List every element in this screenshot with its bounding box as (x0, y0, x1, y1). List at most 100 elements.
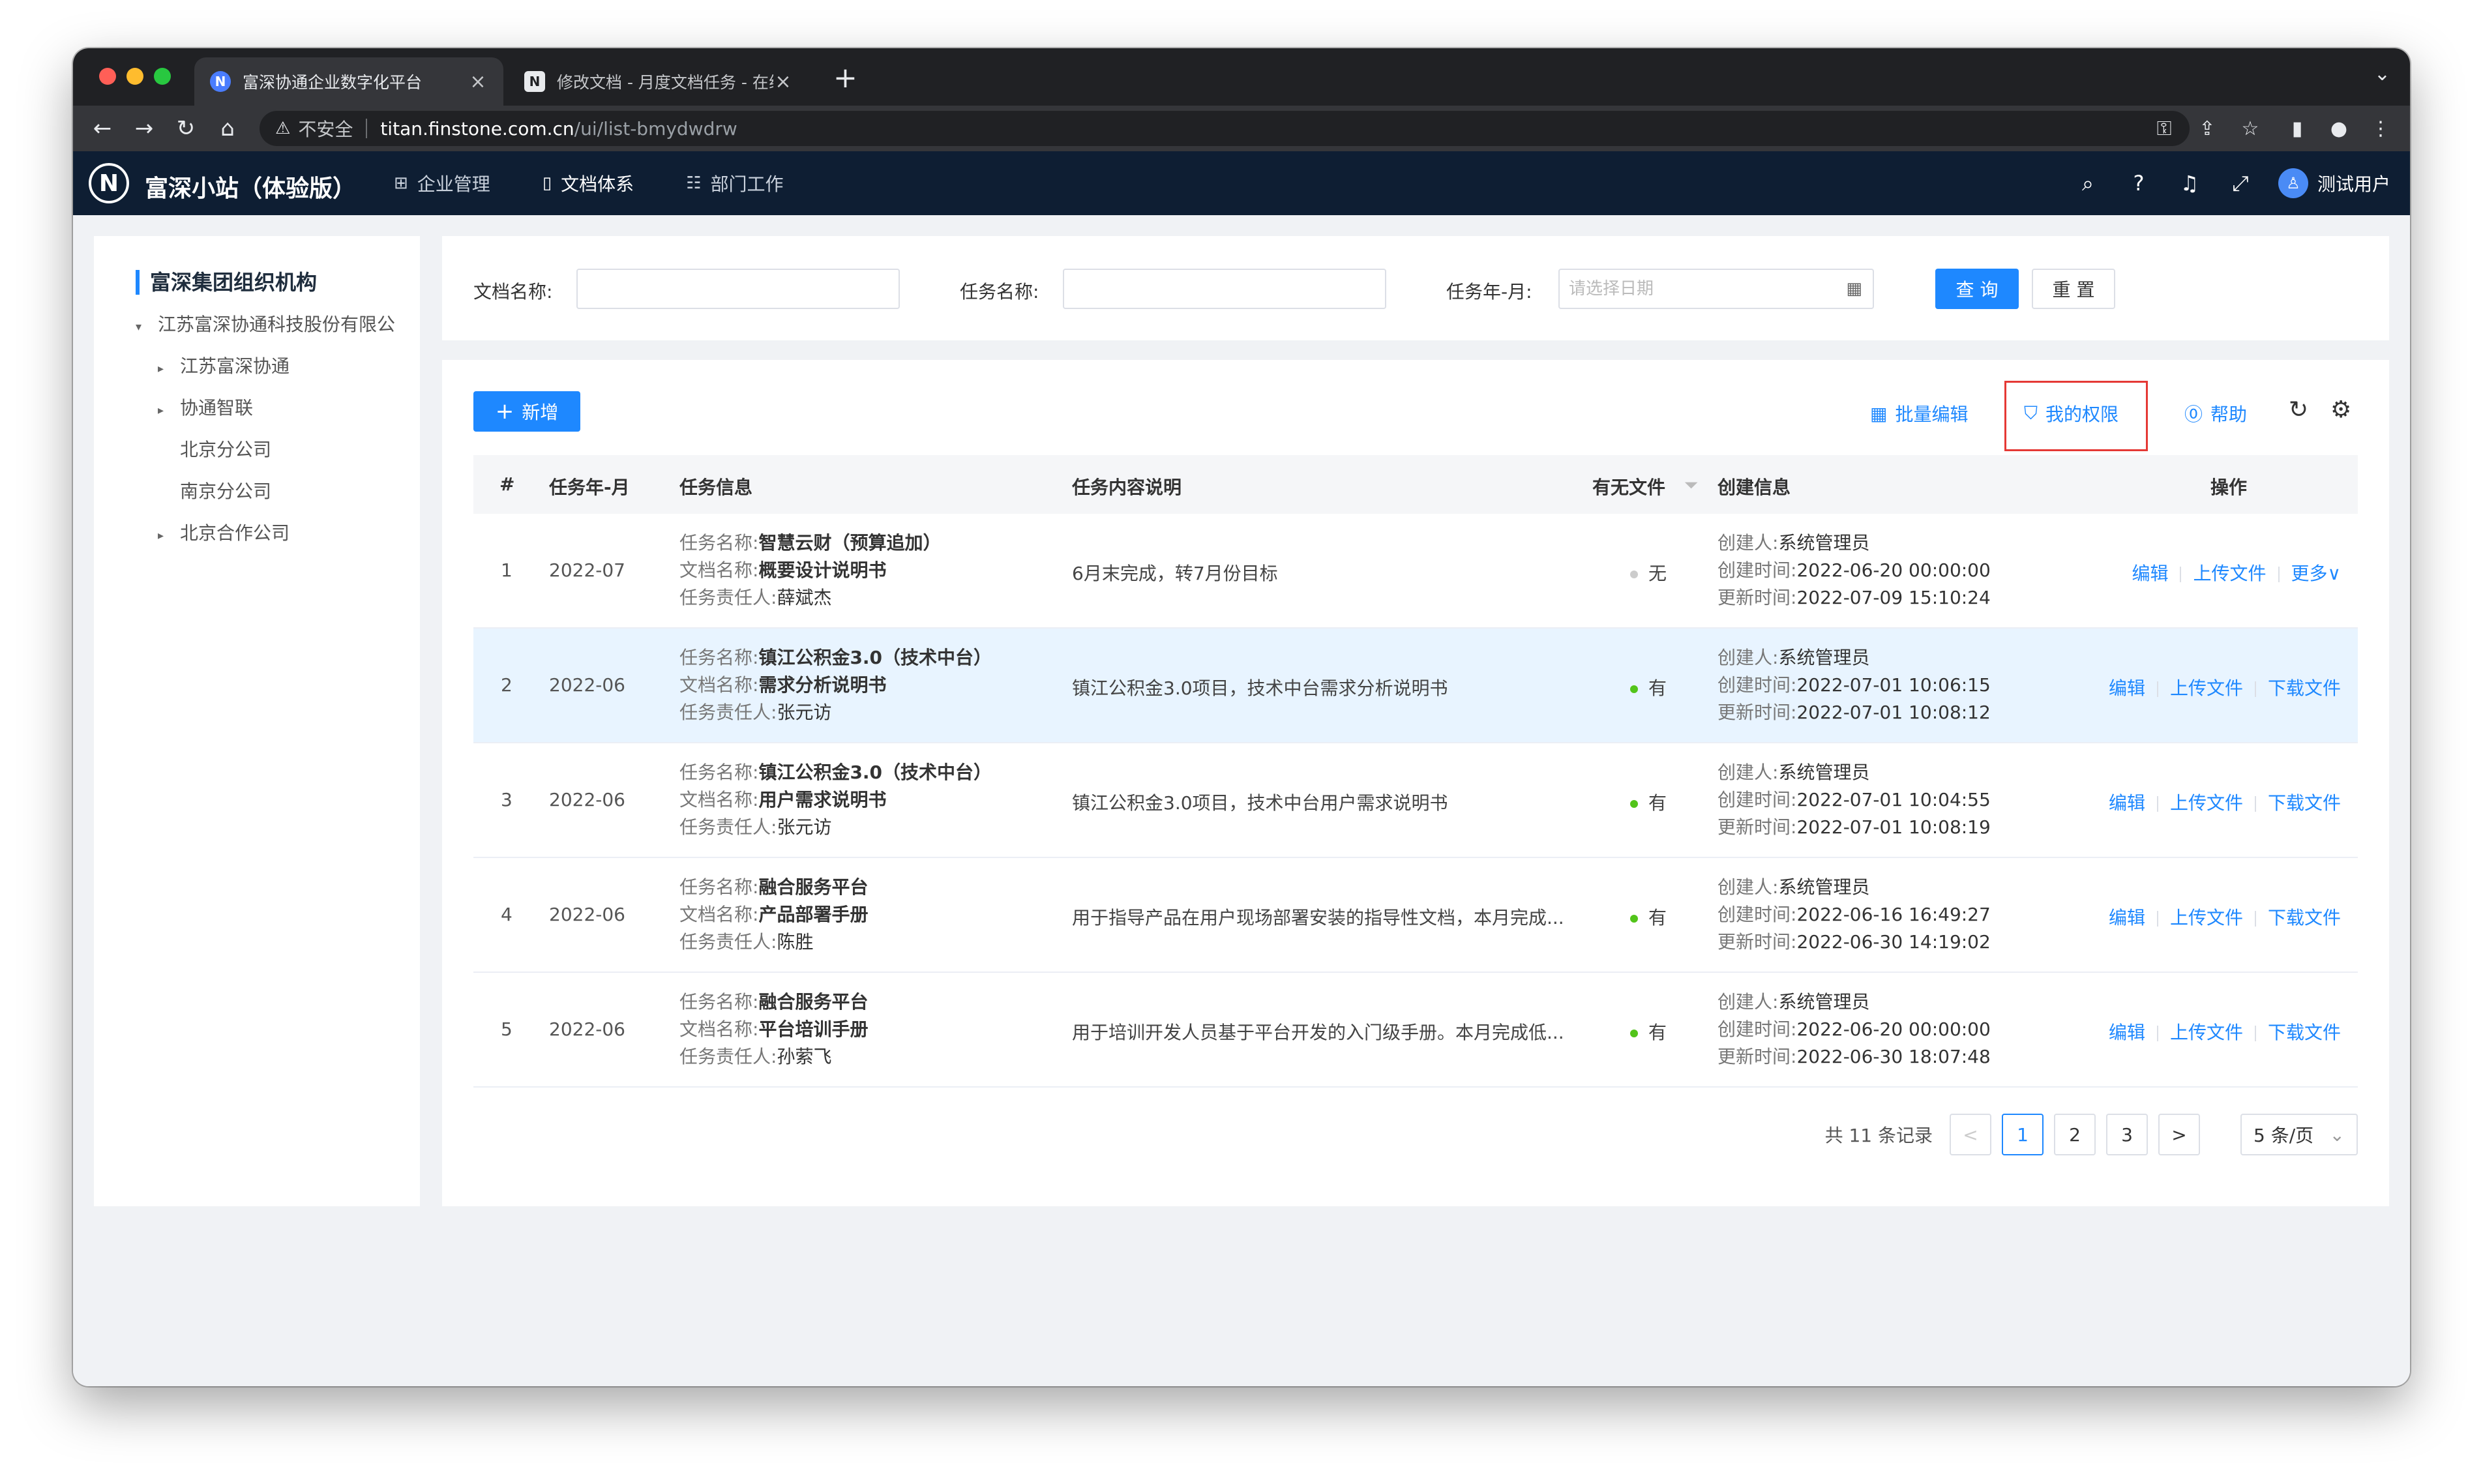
upload-file-link[interactable]: 上传文件 (2170, 907, 2243, 928)
search-icon[interactable]: ⌕ (2076, 171, 2100, 196)
upload-file-link[interactable]: 上传文件 (2193, 563, 2266, 584)
next-page-button[interactable]: > (2158, 1114, 2200, 1155)
edit-link[interactable]: 编辑 (2109, 677, 2145, 699)
refresh-icon[interactable]: ↻ (2289, 396, 2308, 423)
nav-item-enterprise[interactable]: ⊞ 企业管理 (394, 170, 490, 196)
edit-link[interactable]: 编辑 (2132, 563, 2168, 584)
nav-item-department[interactable]: ☷ 部门工作 (686, 170, 783, 196)
month-date-picker[interactable]: 请选择日期 ▦ (1558, 269, 1874, 309)
page-button-1[interactable]: 1 (2002, 1114, 2044, 1155)
tree-node[interactable]: 南京分公司 (158, 477, 271, 503)
app-logo[interactable]: N (89, 163, 129, 203)
download-file-link[interactable]: 下载文件 (2268, 1022, 2341, 1043)
updated-time-value: 2022-07-09 15:10:24 (1796, 587, 1991, 608)
doc-name-input[interactable] (576, 269, 900, 309)
help-circle-icon[interactable]: ? (2127, 171, 2150, 196)
browser-tab-edit-document[interactable]: N 修改文档 - 月度文档任务 - 在线 × (509, 57, 809, 106)
doc-name-key: 文档名称: (679, 674, 759, 696)
tab-close-icon[interactable]: × (773, 70, 793, 93)
date-placeholder: 请选择日期 (1569, 279, 1654, 299)
prev-page-button[interactable]: < (1950, 1114, 1991, 1155)
back-arrow-icon[interactable]: ← (87, 113, 117, 143)
edit-link[interactable]: 编辑 (2109, 907, 2145, 928)
share-icon[interactable]: ⇪ (2192, 113, 2222, 143)
task-name-key: 任务名称: (679, 532, 759, 554)
bookmark-star-icon[interactable]: ☆ (2235, 113, 2265, 143)
row-has-file: 有 (1630, 789, 1667, 815)
status-dot (1630, 800, 1638, 808)
upload-file-link[interactable]: 上传文件 (2170, 1022, 2243, 1043)
row-task-info: 任务名称:智慧云财（预算追加） 文档名称:概要设计说明书 任务责任人:薛斌杰 (679, 529, 941, 612)
task-name-input[interactable] (1063, 269, 1386, 309)
tree-node[interactable]: 北京分公司 (158, 436, 271, 462)
page-button-3[interactable]: 3 (2106, 1114, 2148, 1155)
table-row[interactable]: 3 2022-06 任务名称:镇江公积金3.0（技术中台） 文档名称:用户需求说明书任… (473, 743, 2358, 858)
org-tree-panel: 富深集团组织机构 ▾ 江苏富深协通科技股份有限公 ▸ 江苏富深协通 ▸ 协通智联 北京… (94, 236, 420, 1206)
reset-button[interactable]: 重 置 (2032, 269, 2115, 309)
owner-value: 薛斌杰 (777, 587, 832, 608)
profile-icon[interactable]: ● (2324, 113, 2354, 143)
add-button[interactable]: + 新增 (473, 391, 580, 432)
user-menu[interactable]: ♙ 测试用户 (2278, 168, 2390, 198)
divider (2278, 567, 2280, 582)
table-row[interactable]: 2 2022-06 任务名称:镇江公积金3.0（技术中台） 文档名称:需求分析说明书任… (473, 629, 2358, 743)
download-file-link[interactable]: 下载文件 (2268, 907, 2341, 928)
tab-search-chevron-icon[interactable]: ⌄ (2374, 63, 2390, 85)
caret-down-icon[interactable]: ▾ (136, 320, 158, 334)
tree-node-root[interactable]: ▾ 江苏富深协通科技股份有限公 (136, 310, 409, 336)
fullscreen-icon[interactable]: ⤢ (2229, 171, 2252, 196)
table-row[interactable]: 1 2022-07 任务名称:智慧云财（预算追加） 文档名称:概要设计说明书 任务责任人… (473, 514, 2358, 629)
close-window-button[interactable] (99, 68, 116, 85)
calendar-icon: ▦ (1846, 279, 1862, 299)
owner-value: 张元访 (777, 816, 832, 838)
tree-node[interactable]: ▸ 北京合作公司 (158, 519, 290, 545)
help-button[interactable]: ⓪ 帮助 (2184, 400, 2247, 426)
updated-time-value: 2022-07-01 10:08:19 (1796, 816, 1991, 838)
minimize-window-button[interactable] (126, 68, 143, 85)
created-time-value: 2022-06-16 16:49:27 (1796, 904, 1991, 925)
doc-name-value: 概要设计说明书 (758, 559, 887, 581)
nav-item-documents[interactable]: ▯ 文档体系 (543, 170, 634, 196)
page-size-select[interactable]: 5 条/页 ⌄ (2240, 1114, 2358, 1155)
row-month: 2022-06 (549, 674, 625, 696)
filter-funnel-icon[interactable]: ⏷ (1685, 476, 1697, 494)
home-icon[interactable]: ⌂ (213, 113, 243, 143)
table-row[interactable]: 4 2022-06 任务名称:融合服务平台 文档名称:产品部署手册 任务责任人:陈胜 用于… (473, 858, 2358, 973)
browser-tab-active[interactable]: N 富深协通企业数字化平台 × (194, 57, 503, 106)
org-tree-title: 富深集团组织机构 (136, 270, 317, 295)
new-tab-button[interactable]: + (833, 61, 857, 95)
table-row[interactable]: 5 2022-06 任务名称:融合服务平台 文档名称:平台培训手册 任务责任人:孙萦飞 用… (473, 973, 2358, 1088)
my-permissions-button[interactable]: ⛉ 我的权限 (2024, 400, 2119, 426)
batch-edit-button[interactable]: ▦ 批量编辑 (1870, 400, 1968, 426)
tab-close-icon[interactable]: × (468, 70, 488, 93)
col-header-has-file[interactable]: 有无文件 (1592, 473, 1665, 499)
tree-node[interactable]: ▸ 江苏富深协通 (158, 352, 290, 378)
caret-right-icon[interactable]: ▸ (158, 529, 180, 542)
upload-file-link[interactable]: 上传文件 (2170, 792, 2243, 814)
caret-right-icon[interactable]: ▸ (158, 404, 180, 417)
key-icon[interactable]: ⚿ (2149, 113, 2179, 143)
caret-right-icon[interactable]: ▸ (158, 362, 180, 376)
address-bar[interactable]: ⚠ 不安全 titan.finstone.com.cn /ui/list-bmy… (260, 111, 2190, 146)
more-menu-icon[interactable]: ⋮ (2366, 113, 2396, 143)
row-index: 2 (501, 674, 513, 696)
site-favicon-icon: N (210, 71, 231, 92)
header-actions: ⌕ ? ♫ ⤢ ♙ 测试用户 (2049, 151, 2390, 215)
reload-icon[interactable]: ↻ (171, 113, 201, 143)
forward-arrow-icon[interactable]: → (129, 113, 159, 143)
table-icon: ☷ (686, 173, 702, 193)
edit-link[interactable]: 编辑 (2109, 792, 2145, 814)
sidebar-panel-icon[interactable]: ▮ (2282, 113, 2312, 143)
edit-link[interactable]: 编辑 (2109, 1022, 2145, 1043)
query-button[interactable]: 查 询 (1935, 269, 2019, 309)
maximize-window-button[interactable] (154, 68, 171, 85)
tree-node[interactable]: ▸ 协通智联 (158, 394, 253, 420)
page-button-2[interactable]: 2 (2054, 1114, 2096, 1155)
row-created-info: 创建人:系统管理员 创建时间:2022-07-01 10:06:15 更新时间:20… (1717, 644, 1991, 726)
upload-file-link[interactable]: 上传文件 (2170, 677, 2243, 699)
settings-gear-icon[interactable]: ⚙ (2330, 396, 2351, 423)
download-file-link[interactable]: 下载文件 (2268, 792, 2341, 814)
bell-icon[interactable]: ♫ (2178, 171, 2201, 196)
more-dropdown-link[interactable]: 更多∨ (2291, 563, 2342, 584)
download-file-link[interactable]: 下载文件 (2268, 677, 2341, 699)
